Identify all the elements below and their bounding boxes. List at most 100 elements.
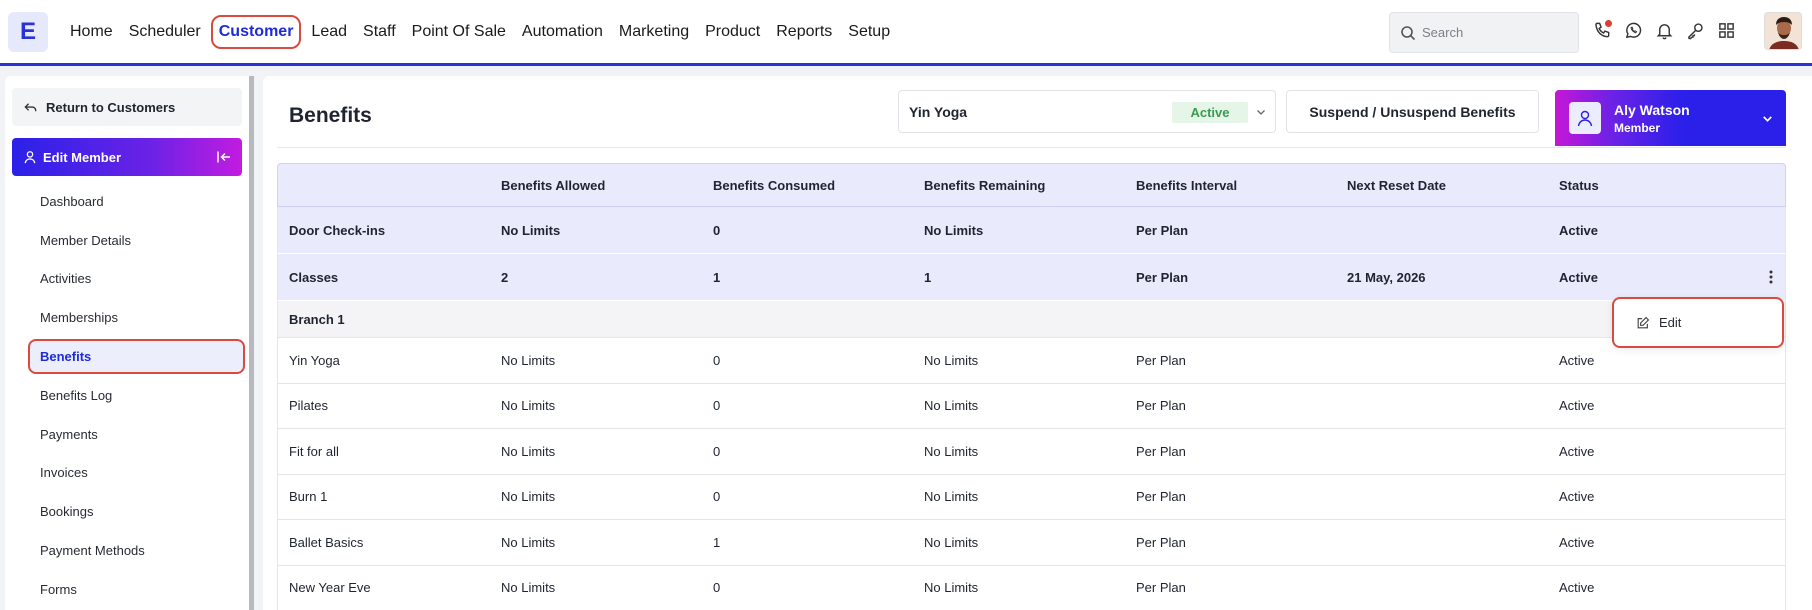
table-cell: Active xyxy=(1559,534,1595,550)
sidebar-item-benefits-log[interactable]: Benefits Log xyxy=(5,376,249,415)
table-body: Door Check-ins No Limits 0 No Limits Per Pla… xyxy=(277,207,1786,610)
edit-label: Edit xyxy=(1659,315,1682,330)
sidebar-item-activities[interactable]: Activities xyxy=(5,260,249,299)
table-cell: Branch 1 xyxy=(289,311,345,327)
nav-item-marketing[interactable]: Marketing xyxy=(611,15,697,49)
main-nav: Home Scheduler Customer Lead Staff Point Of S… xyxy=(62,0,898,63)
key-icon[interactable] xyxy=(1685,19,1705,41)
table-cell: Burn 1 xyxy=(289,489,328,505)
sidebar-item-bookings[interactable]: Bookings xyxy=(5,492,249,531)
table-cell: No Limits xyxy=(924,443,979,459)
table-cell: 0 xyxy=(713,352,721,368)
return-label: Return to Customers xyxy=(46,99,176,115)
table-row: Yin Yoga No Limits 0 No Limits Per Plan Activ… xyxy=(277,338,1786,384)
benefit-group-row: Door Check-ins No Limits 0 No Limits Per Pla… xyxy=(277,207,1786,254)
nav-item-customer[interactable]: Customer xyxy=(210,14,302,49)
table-cell: No Limits xyxy=(501,443,556,459)
nav-item-home[interactable]: Home xyxy=(62,15,121,49)
table-cell: Active xyxy=(1559,489,1595,505)
header-divider xyxy=(277,147,1786,148)
table-cell: Per Plan xyxy=(1136,222,1189,238)
whatsapp-icon[interactable] xyxy=(1623,19,1643,41)
return-to-customers-button[interactable]: Return to Customers xyxy=(12,88,242,126)
table-cell: No Limits xyxy=(924,580,979,596)
plan-status-badge: Active xyxy=(1172,102,1248,123)
search-icon xyxy=(1401,25,1416,40)
app-logo[interactable]: E xyxy=(8,12,48,52)
table-cell: 0 xyxy=(713,398,721,414)
phone-icon[interactable] xyxy=(1592,19,1612,41)
member-sidebar: Return to Customers Edit Member Dashboar… xyxy=(5,76,249,610)
sidebar-item-label: Payment Methods xyxy=(40,543,145,559)
nav-item-setup[interactable]: Setup xyxy=(840,15,898,49)
table-cell: No Limits xyxy=(501,489,556,505)
member-avatar xyxy=(1569,102,1601,134)
column-header-benefits-consumed: Benefits Consumed xyxy=(713,177,836,193)
edit-benefit-menu-item[interactable]: Edit xyxy=(1612,297,1784,348)
column-header-benefits-allowed: Benefits Allowed xyxy=(501,177,606,193)
table-cell: No Limits xyxy=(924,352,979,368)
table-cell: Per Plan xyxy=(1136,580,1186,596)
edit-icon xyxy=(1637,316,1650,328)
table-cell: 1 xyxy=(713,534,721,550)
table-cell: Active xyxy=(1559,443,1595,459)
sidebar-item-payments[interactable]: Payments xyxy=(5,415,249,454)
sidebar-item-benefits[interactable]: Benefits xyxy=(5,337,249,376)
kebab-menu-icon[interactable] xyxy=(1769,270,1773,284)
bell-icon[interactable] xyxy=(1654,19,1674,41)
membership-plan-select[interactable]: Yin Yoga Active xyxy=(898,90,1276,133)
table-cell: 21 May, 2026 xyxy=(1347,269,1426,285)
table-cell: No Limits xyxy=(501,580,556,596)
edit-member-header: Edit Member xyxy=(12,138,242,176)
sidebar-item-payment-methods[interactable]: Payment Methods xyxy=(5,531,249,570)
member-switcher[interactable]: Aly Watson Member xyxy=(1555,90,1786,146)
sidebar-item-label: Benefits xyxy=(40,349,92,365)
nav-item-reports[interactable]: Reports xyxy=(768,15,840,49)
edit-member-label: Edit Member xyxy=(43,149,122,165)
sidebar-item-invoices[interactable]: Invoices xyxy=(5,454,249,493)
nav-item-lead[interactable]: Lead xyxy=(303,15,355,49)
column-header-benefits-remaining: Benefits Remaining xyxy=(924,177,1046,193)
table-cell: No Limits xyxy=(924,398,979,414)
table-cell: Pilates xyxy=(289,398,329,414)
table-row: Burn 1 No Limits 0 No Limits Per Plan Active xyxy=(277,474,1786,520)
nav-item-staff[interactable]: Staff xyxy=(355,15,404,49)
table-cell: Per Plan xyxy=(1136,352,1186,368)
table-cell: 1 xyxy=(924,269,932,285)
nav-item-automation[interactable]: Automation xyxy=(514,15,611,49)
nav-item-point-of-sale[interactable]: Point Of Sale xyxy=(404,15,514,49)
search-box[interactable] xyxy=(1389,12,1579,53)
benefits-table: Benefits Allowed Benefits Consumed Benefit… xyxy=(277,163,1786,610)
sidebar-item-label: Member Details xyxy=(40,232,132,248)
table-row: New Year Eve No Limits 0 No Limits Per Plan A… xyxy=(277,565,1786,610)
sidebar-item-forms[interactable]: Forms xyxy=(5,570,249,609)
nav-item-scheduler[interactable]: Scheduler xyxy=(121,15,209,49)
chevron-down-icon xyxy=(1257,110,1265,115)
table-cell: No Limits xyxy=(501,398,556,414)
nav-item-product[interactable]: Product xyxy=(697,15,768,49)
member-name: Aly Watson xyxy=(1614,101,1690,118)
table-cell: 1 xyxy=(713,269,721,285)
search-input[interactable] xyxy=(1422,25,1572,40)
apps-grid-icon[interactable] xyxy=(1716,19,1736,41)
chevron-down-icon xyxy=(1763,116,1772,122)
suspend-unsuspend-button[interactable]: Suspend / Unsuspend Benefits xyxy=(1286,90,1539,133)
table-cell: No Limits xyxy=(924,222,984,238)
table-cell: Active xyxy=(1559,398,1595,414)
sidebar-scrollbar[interactable] xyxy=(249,76,254,610)
plan-name: Yin Yoga xyxy=(909,103,968,120)
user-avatar[interactable] xyxy=(1764,12,1802,50)
user-icon xyxy=(24,151,36,164)
table-cell: 0 xyxy=(713,489,721,505)
table-cell: Active xyxy=(1559,222,1599,238)
sidebar-item-member-details[interactable]: Member Details xyxy=(5,221,249,260)
notification-dot xyxy=(1605,20,1612,27)
table-cell: Classes xyxy=(289,269,339,285)
sidebar-item-memberships[interactable]: Memberships xyxy=(5,298,249,337)
table-cell: Per Plan xyxy=(1136,269,1189,285)
sidebar-item-dashboard[interactable]: Dashboard xyxy=(5,182,249,221)
table-cell: 2 xyxy=(501,269,509,285)
table-cell: 0 xyxy=(713,222,721,238)
collapse-sidebar-icon[interactable] xyxy=(216,149,232,165)
table-cell: Per Plan xyxy=(1136,489,1186,505)
